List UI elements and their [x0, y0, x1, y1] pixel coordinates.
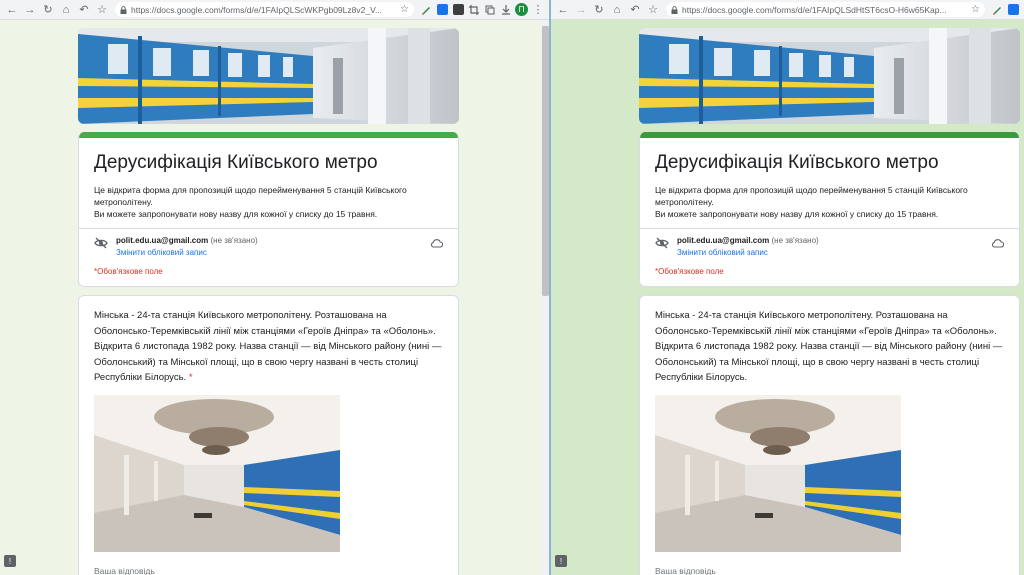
- account-email: polit.edu.ua@gmail.com: [677, 236, 770, 245]
- account-status: (не зв'язано): [210, 236, 258, 245]
- form-title: Дерусифікація Київського метро: [94, 152, 378, 173]
- description-line-2: Ви можете запропонувати нову назву для к…: [655, 209, 939, 219]
- cloud-save-icon: [431, 239, 443, 248]
- eye-off-icon: [655, 237, 669, 249]
- switch-account-link[interactable]: Змінити обліковий запис: [677, 248, 983, 257]
- form-description: Це відкрита форма для пропозицій щодо пе…: [655, 184, 1004, 220]
- switch-account-link[interactable]: Змінити обліковий запис: [116, 248, 422, 257]
- header-banner-image: [639, 28, 1020, 124]
- undo-icon[interactable]: ↶: [627, 2, 643, 18]
- grid-extension-icon[interactable]: [451, 3, 465, 17]
- form-title: Дерусифікація Київського метро: [655, 152, 939, 173]
- description-line-2: Ви можете запропонувати нову назву для к…: [94, 209, 378, 219]
- forward-arrow-icon[interactable]: →: [573, 2, 589, 18]
- question-text: Мінська - 24-та станція Київського метро…: [655, 308, 1004, 386]
- form-column: Дерусифікація Київського метро Це відкри…: [78, 28, 459, 575]
- required-asterisk: *: [188, 372, 193, 383]
- home-icon[interactable]: ⌂: [58, 2, 74, 18]
- profile-avatar[interactable]: П: [515, 3, 528, 16]
- home-icon[interactable]: ⌂: [609, 2, 625, 18]
- star-icon[interactable]: ☆: [94, 2, 110, 18]
- account-email-line: polit.edu.ua@gmail.com (не зв'язано): [677, 236, 983, 245]
- question-body: Мінська - 24-та станція Київського метро…: [94, 310, 442, 383]
- pen-extension-icon[interactable]: [990, 3, 1004, 17]
- description-line-1: Це відкрита форма для пропозицій щодо пе…: [94, 185, 407, 207]
- lock-icon: [671, 5, 678, 14]
- account-status: (не зв'язано): [771, 236, 819, 245]
- url-text: https://docs.google.com/forms/d/e/1FAIpQ…: [682, 4, 947, 15]
- form-page: Дерусифікація Київського метро Це відкри…: [551, 20, 1024, 575]
- undo-icon[interactable]: ↶: [76, 2, 92, 18]
- required-note: *Обов'язкове поле: [655, 267, 724, 276]
- question-card: Мінська - 24-та станція Київського метро…: [78, 295, 459, 575]
- crop-icon[interactable]: [467, 3, 481, 17]
- pen-extension-icon[interactable]: [419, 3, 433, 17]
- form-header-card: Дерусифікація Київського метро Це відкри…: [78, 132, 459, 287]
- station-photo: [655, 394, 901, 552]
- eye-off-icon: [94, 237, 108, 249]
- feedback-icon[interactable]: !: [555, 555, 567, 567]
- question-body: Мінська - 24-та станція Київського метро…: [655, 310, 1003, 383]
- form-column: Дерусифікація Київського метро Це відкри…: [639, 28, 1020, 575]
- required-note: *Обов'язкове поле: [94, 267, 163, 276]
- station-photo: [94, 394, 340, 552]
- question-card: Мінська - 24-та станція Київського метро…: [639, 295, 1020, 575]
- address-bar[interactable]: https://docs.google.com/forms/d/e/1FAIpQ…: [115, 2, 414, 17]
- bookmark-star-icon[interactable]: ☆: [400, 4, 409, 15]
- back-arrow-icon[interactable]: ←: [555, 2, 571, 18]
- form-description: Це відкрита форма для пропозицій щодо пе…: [94, 184, 443, 220]
- account-email-line: polit.edu.ua@gmail.com (не зв'язано): [116, 236, 422, 245]
- question-text: Мінська - 24-та станція Київського метро…: [94, 308, 443, 386]
- form-header-card: Дерусифікація Київського метро Це відкри…: [639, 132, 1020, 287]
- browser-window-left: ← → ↻ ⌂ ↶ ☆ https://docs.google.com/form…: [0, 0, 550, 575]
- copy-icon[interactable]: [483, 3, 497, 17]
- account-row: polit.edu.ua@gmail.com (не зв'язано) Змі…: [655, 229, 1004, 257]
- account-row: polit.edu.ua@gmail.com (не зв'язано) Змі…: [94, 229, 443, 257]
- download-icon[interactable]: [499, 3, 513, 17]
- browser-window-right: ← → ↻ ⌂ ↶ ☆ https://docs.google.com/form…: [551, 0, 1024, 575]
- answer-label: Ваша відповідь: [94, 565, 155, 575]
- scroll-thumb[interactable]: [542, 26, 549, 296]
- back-arrow-icon[interactable]: ←: [4, 2, 20, 18]
- translate-extension-icon[interactable]: [435, 3, 449, 17]
- account-email: polit.edu.ua@gmail.com: [116, 236, 209, 245]
- reload-icon[interactable]: ↻: [40, 2, 56, 18]
- description-line-1: Це відкрита форма для пропозицій щодо пе…: [655, 185, 968, 207]
- form-page: Дерусифікація Київського метро Це відкри…: [0, 20, 550, 575]
- url-text: https://docs.google.com/forms/d/e/1FAIpQ…: [131, 4, 383, 15]
- cloud-save-icon: [992, 239, 1004, 248]
- menu-dots-icon[interactable]: ⋮: [530, 2, 546, 18]
- browser-toolbar: ← → ↻ ⌂ ↶ ☆ https://docs.google.com/form…: [551, 0, 1024, 20]
- lock-icon: [120, 5, 127, 14]
- star-icon[interactable]: ☆: [645, 2, 661, 18]
- feedback-icon[interactable]: !: [4, 555, 16, 567]
- reload-icon[interactable]: ↻: [591, 2, 607, 18]
- address-bar[interactable]: https://docs.google.com/forms/d/e/1FAIpQ…: [666, 2, 985, 17]
- bookmark-star-icon[interactable]: ☆: [971, 4, 980, 15]
- answer-label: Ваша відповідь: [655, 565, 716, 575]
- header-banner-image: [78, 28, 459, 124]
- forward-arrow-icon[interactable]: →: [22, 2, 38, 18]
- browser-toolbar: ← → ↻ ⌂ ↶ ☆ https://docs.google.com/form…: [0, 0, 550, 20]
- translate-extension-icon[interactable]: [1006, 3, 1020, 17]
